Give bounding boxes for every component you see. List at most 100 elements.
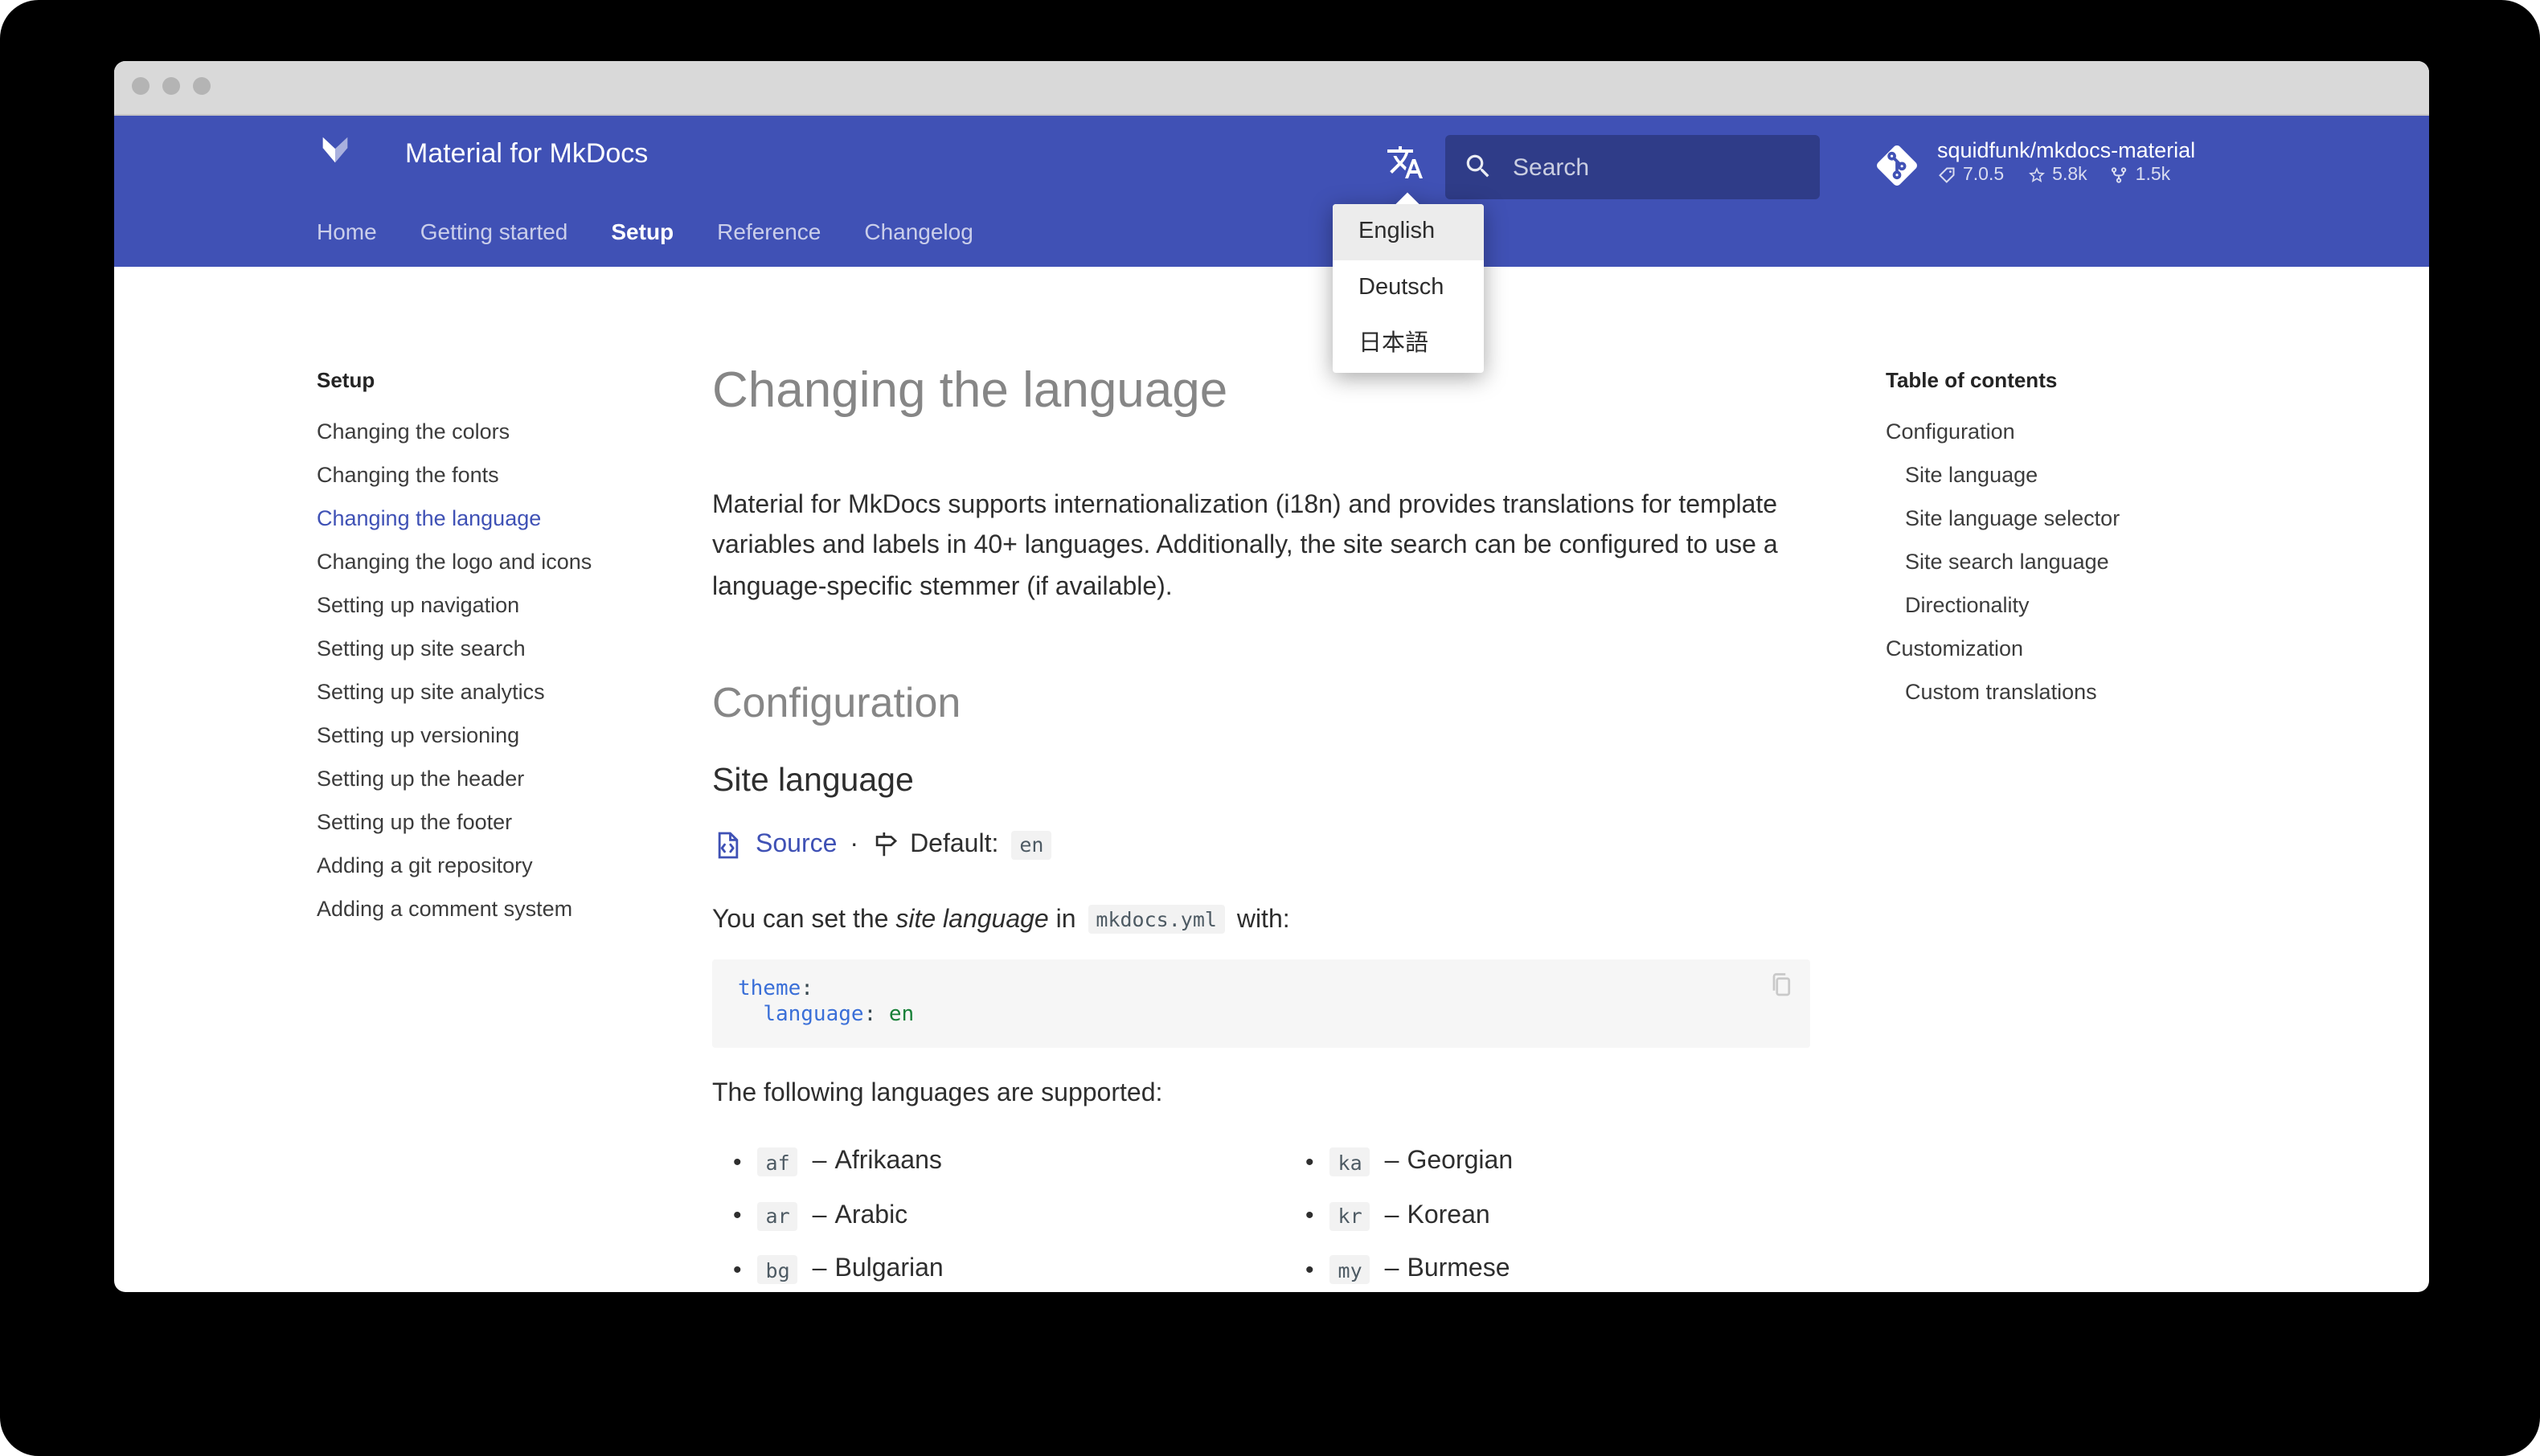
traffic-light-close[interactable] bbox=[132, 77, 150, 95]
language-list-item: • ka – Georgian bbox=[1284, 1146, 1513, 1180]
language-code: bg bbox=[757, 1255, 798, 1285]
dash-separator: – bbox=[1384, 1255, 1399, 1283]
toc-nav: Configuration Site language Site language … bbox=[1886, 410, 2280, 714]
article: Changing the language Material for MkDoc… bbox=[712, 267, 1837, 1292]
language-list-item: • kr – Korean bbox=[1284, 1200, 1513, 1233]
toc-title: Table of contents bbox=[1886, 368, 2058, 392]
search-input[interactable] bbox=[1513, 135, 1810, 199]
supported-languages-intro: The following languages are supported: bbox=[712, 1079, 1163, 1107]
repo-info: squidfunk/mkdocs-material 7.0.5 5.8k 1.5… bbox=[1937, 137, 2195, 191]
sidebar-title: Setup bbox=[317, 368, 375, 392]
sidebar-item[interactable]: Adding a git repository bbox=[317, 844, 694, 887]
sidebar-item[interactable]: Adding a comment system bbox=[317, 887, 694, 930]
repo-forks: 1.5k bbox=[2135, 166, 2171, 185]
dash-separator: – bbox=[812, 1201, 827, 1229]
sidebar-item[interactable]: Setting up the header bbox=[317, 757, 694, 800]
bullet-icon: • bbox=[733, 1202, 742, 1230]
dash-separator: – bbox=[812, 1255, 827, 1283]
language-code: ar bbox=[757, 1201, 798, 1231]
language-column-left: • af – Afrikaans • ar – Arabic • bg – Bu… bbox=[712, 1146, 1284, 1292]
table-of-contents: Table of contents Configuration Site lang… bbox=[1886, 366, 2280, 714]
language-list-item: • my – Burmese bbox=[1284, 1254, 1513, 1287]
sidebar-item[interactable]: Changing the fonts bbox=[317, 453, 694, 497]
language-menu: English Deutsch 日本語 bbox=[1333, 204, 1484, 373]
window-titlebar bbox=[114, 61, 2429, 116]
repo-version: 7.0.5 bbox=[1963, 166, 2005, 185]
language-menu-item[interactable]: Deutsch bbox=[1333, 260, 1484, 317]
sidebar-item[interactable]: Changing the logo and icons bbox=[317, 540, 694, 583]
search-icon bbox=[1466, 154, 1489, 178]
language-name: Burmese bbox=[1407, 1255, 1510, 1283]
dash-separator: – bbox=[1384, 1201, 1399, 1229]
sidebar-item[interactable]: Changing the language bbox=[317, 497, 694, 540]
toc-item[interactable]: Site search language bbox=[1886, 540, 2280, 583]
header-tab[interactable]: Changelog bbox=[864, 215, 973, 247]
language-menu-item[interactable]: 日本語 bbox=[1333, 317, 1484, 373]
repo-stats: 7.0.5 5.8k 1.5k bbox=[1937, 166, 2195, 185]
language-menu-item[interactable]: English bbox=[1333, 204, 1484, 260]
copy-icon[interactable] bbox=[1767, 971, 1796, 1000]
language-name: Afrikaans bbox=[834, 1147, 942, 1176]
language-list: • af – Afrikaans • ar – Arabic • bg – Bu… bbox=[712, 1146, 1837, 1292]
language-column-right: • ka – Georgian • kr – Korean • my – Bur… bbox=[1284, 1146, 1513, 1292]
language-list-item: • af – Afrikaans bbox=[712, 1146, 1284, 1180]
version-tag-icon bbox=[1939, 167, 1955, 183]
repo-link[interactable]: squidfunk/mkdocs-material 7.0.5 5.8k 1.5… bbox=[1871, 137, 2195, 191]
dash-separator: – bbox=[1384, 1147, 1399, 1176]
primary-sidebar: Setup Changing the colors Changing the fo… bbox=[317, 366, 694, 930]
site-title: Material for MkDocs bbox=[405, 138, 649, 169]
language-code: ka bbox=[1329, 1147, 1370, 1177]
browser-window: Material for MkDocs Search squidfunk/mkd… bbox=[114, 61, 2429, 1292]
language-code: my bbox=[1329, 1255, 1370, 1285]
language-list-item: • bg – Bulgarian bbox=[712, 1254, 1284, 1287]
sidebar-item[interactable]: Setting up site analytics bbox=[317, 670, 694, 714]
bullet-icon: • bbox=[733, 1148, 742, 1176]
language-list-item: • ar – Arabic bbox=[712, 1200, 1284, 1233]
site-header: Material for MkDocs Search squidfunk/mkd… bbox=[114, 116, 2429, 267]
mkdocs-yml-code: mkdocs.yml bbox=[1088, 905, 1225, 935]
set-language-paragraph: You can set the site language in mkdocs.… bbox=[712, 905, 1290, 935]
sidebar-nav: Changing the colors Changing the fonts Cha… bbox=[317, 410, 694, 930]
repo-name: squidfunk/mkdocs-material bbox=[1937, 138, 2196, 162]
toc-item[interactable]: Custom translations bbox=[1886, 670, 2280, 714]
section-heading-configuration: Configuration bbox=[712, 677, 961, 726]
sidebar-item[interactable]: Setting up site search bbox=[317, 627, 694, 670]
toc-item[interactable]: Configuration bbox=[1886, 410, 2280, 453]
sidebar-item[interactable]: Changing the colors bbox=[317, 410, 694, 453]
default-milestone-icon bbox=[875, 832, 898, 857]
site-language-emphasis: site language bbox=[895, 906, 1049, 934]
bullet-icon: • bbox=[1305, 1256, 1314, 1284]
header-tab[interactable]: Getting started bbox=[420, 215, 568, 247]
meta-separator: · bbox=[850, 830, 859, 858]
language-name: Arabic bbox=[834, 1201, 908, 1229]
dash-separator: – bbox=[812, 1147, 827, 1176]
default-label: Default: bbox=[910, 830, 999, 858]
language-code: af bbox=[757, 1147, 798, 1177]
yaml-code-block: theme: language: en bbox=[712, 959, 1810, 1048]
header-tab[interactable]: Setup bbox=[611, 215, 674, 247]
language-name: Korean bbox=[1407, 1201, 1490, 1229]
star-icon bbox=[2028, 167, 2045, 182]
fork-icon bbox=[2112, 167, 2127, 183]
sidebar-item[interactable]: Setting up versioning bbox=[317, 714, 694, 757]
default-value-code: en bbox=[1011, 830, 1052, 860]
header-tab[interactable]: Home bbox=[317, 215, 377, 247]
header-tab[interactable]: Reference bbox=[717, 215, 821, 247]
traffic-light-zoom[interactable] bbox=[193, 77, 211, 95]
toc-item[interactable]: Site language bbox=[1886, 453, 2280, 497]
language-dropdown: English Deutsch 日本語 bbox=[1333, 192, 1484, 373]
sidebar-item[interactable]: Setting up navigation bbox=[317, 583, 694, 627]
traffic-light-minimize[interactable] bbox=[162, 77, 179, 95]
bullet-icon: • bbox=[1305, 1148, 1314, 1176]
toc-item[interactable]: Directionality bbox=[1886, 583, 2280, 627]
language-code: kr bbox=[1329, 1201, 1370, 1231]
source-link[interactable]: Source bbox=[756, 831, 837, 860]
bullet-icon: • bbox=[733, 1256, 742, 1284]
toc-item[interactable]: Customization bbox=[1886, 627, 2280, 670]
language-name: Bulgarian bbox=[834, 1255, 944, 1283]
sidebar-item[interactable]: Setting up the footer bbox=[317, 800, 694, 844]
repo-stars: 5.8k bbox=[2052, 166, 2087, 185]
stage: Material for MkDocs Search squidfunk/mkd… bbox=[0, 0, 2540, 1456]
toc-item[interactable]: Site language selector bbox=[1886, 497, 2280, 540]
translate-icon[interactable] bbox=[1386, 143, 1424, 182]
